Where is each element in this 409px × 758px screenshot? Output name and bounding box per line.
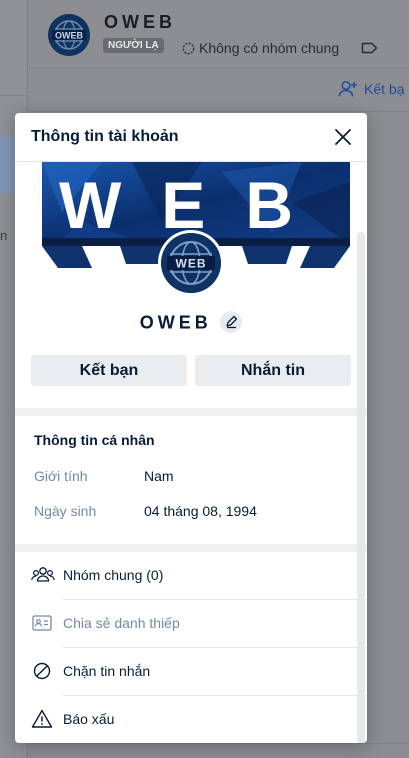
menu-item-report[interactable]: Báo xấu <box>15 696 355 743</box>
tag-icon[interactable] <box>361 41 379 60</box>
contact-card-icon <box>31 612 53 634</box>
menu-item-label: Chia sẻ danh thiếp <box>63 615 180 631</box>
menu-item-share-contact[interactable]: Chia sẻ danh thiếp <box>15 600 355 648</box>
group-dashed-icon <box>182 42 195 54</box>
add-friend-button[interactable]: Kết bạn <box>31 355 187 386</box>
menu-item-mutual-groups[interactable]: Nhóm chung (0) <box>15 552 355 600</box>
divider <box>29 743 409 744</box>
chat-header-name[interactable]: OWEB <box>104 12 176 33</box>
chat-header-avatar[interactable]: OWEB <box>48 14 90 56</box>
globe-logo-icon: WEB <box>161 233 221 293</box>
svg-text:WEB: WEB <box>176 257 207 271</box>
menu-item-label: Nhóm chung (0) <box>63 567 164 583</box>
add-friend-text: Kết bạ <box>364 81 405 97</box>
menu-item-label: Báo xấu <box>63 711 115 727</box>
block-icon <box>31 660 53 682</box>
stranger-badge: NGƯỜI LẠ <box>103 38 164 53</box>
mutual-groups-text: Không có nhóm chung <box>199 40 340 56</box>
birthday-label: Ngày sinh <box>34 503 97 519</box>
menu-item-label: Chặn tin nhắn <box>63 663 151 679</box>
profile-avatar[interactable]: WEB <box>161 233 221 293</box>
menu-item-block-messages[interactable]: Chặn tin nhắn <box>15 648 355 696</box>
warning-icon <box>31 708 53 730</box>
modal-title: Thông tin tài khoản <box>31 128 179 145</box>
modal-header: Thông tin tài khoản <box>15 113 367 162</box>
profile-name-row: OWEB <box>15 311 367 334</box>
divider <box>0 95 28 96</box>
modal-content[interactable]: WEB WEB OWEB Kết bạn Nhắn tin Thông tin … <box>15 162 367 743</box>
edit-name-button[interactable] <box>220 311 243 333</box>
close-button[interactable] <box>331 125 355 149</box>
add-user-icon <box>338 80 357 97</box>
personal-info-title: Thông tin cá nhân <box>34 432 155 448</box>
pencil-icon <box>226 315 238 329</box>
add-friend-link[interactable]: Kết bạ <box>338 80 404 98</box>
send-message-button[interactable]: Nhắn tin <box>195 355 351 386</box>
account-info-modal: Thông tin tài khoản WEB WEB OWEB Kết bạn… <box>15 113 367 743</box>
close-icon <box>335 129 351 145</box>
gender-value: Nam <box>144 468 174 484</box>
section-divider <box>15 408 367 416</box>
svg-text:OWEB: OWEB <box>55 31 83 41</box>
gender-label: Giới tính <box>34 468 88 484</box>
profile-name: OWEB <box>139 312 212 333</box>
scrollbar[interactable] <box>357 232 365 743</box>
birthday-value: 04 tháng 08, 1994 <box>144 503 257 519</box>
mutual-groups-status[interactable]: Không có nhóm chung <box>182 40 339 56</box>
globe-logo-icon: OWEB <box>48 14 90 56</box>
section-divider <box>15 544 367 552</box>
truncated-text: n <box>0 228 8 243</box>
users-icon <box>31 564 55 586</box>
